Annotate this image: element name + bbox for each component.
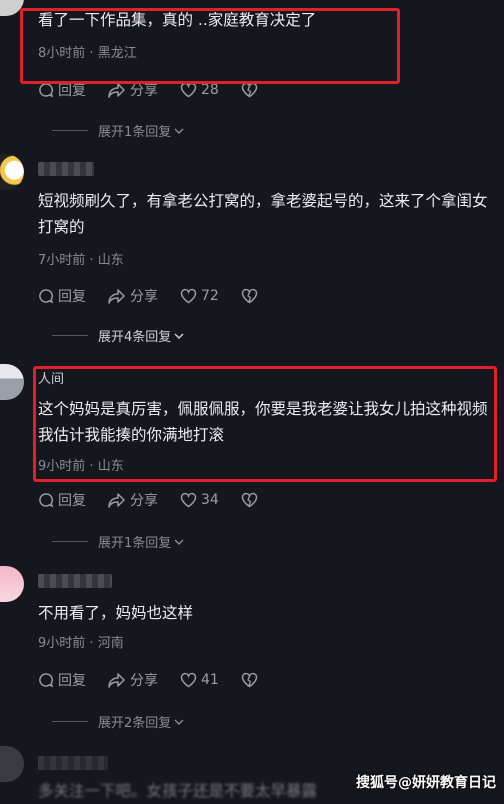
broken-heart-icon bbox=[241, 288, 258, 304]
comment-time: 8小时前 bbox=[38, 46, 86, 61]
share-label: 分享 bbox=[130, 83, 158, 99]
avatar[interactable] bbox=[0, 746, 24, 782]
dislike-button[interactable] bbox=[241, 672, 262, 688]
comment-actions: 回复 分享 72 bbox=[38, 286, 284, 306]
reply-button[interactable]: 回复 bbox=[38, 670, 86, 690]
comment-meta: 9小时前 · 河南 bbox=[38, 632, 124, 651]
reply-label: 回复 bbox=[58, 493, 86, 509]
like-count: 34 bbox=[201, 492, 219, 508]
username[interactable]: 人间 bbox=[38, 368, 64, 387]
username[interactable] bbox=[38, 756, 108, 770]
share-button[interactable]: 分享 bbox=[108, 490, 158, 510]
comment-text: 不用看了，妈妈也这样 bbox=[38, 604, 194, 622]
expand-replies[interactable]: 展开4条回复 bbox=[52, 326, 184, 345]
comment-actions: 回复 分享 41 bbox=[38, 670, 284, 690]
comment-actions: 回复 分享 34 bbox=[38, 490, 284, 510]
heart-icon bbox=[180, 492, 197, 508]
broken-heart-icon bbox=[241, 672, 258, 688]
like-button[interactable]: 72 bbox=[180, 288, 219, 304]
meta-separator: · bbox=[85, 253, 98, 268]
dislike-button[interactable] bbox=[241, 492, 262, 508]
broken-heart-icon bbox=[241, 82, 258, 98]
username[interactable] bbox=[38, 162, 94, 176]
comment-location: 河南 bbox=[97, 636, 124, 651]
reply-icon bbox=[39, 673, 54, 688]
divider bbox=[52, 541, 88, 542]
reply-label: 回复 bbox=[58, 83, 86, 99]
reply-icon bbox=[39, 289, 54, 304]
comment-location: 黑龙江 bbox=[97, 46, 137, 61]
share-label: 分享 bbox=[130, 493, 158, 509]
reply-icon bbox=[39, 493, 54, 508]
chevron-down-icon bbox=[174, 719, 184, 725]
reply-icon bbox=[39, 83, 54, 98]
expand-replies[interactable]: 展开1条回复 bbox=[52, 532, 184, 551]
avatar[interactable] bbox=[0, 364, 24, 400]
meta-separator: · bbox=[85, 459, 98, 474]
comment-text: 这个妈妈是真厉害，佩服佩服，你要是我老婆让我女儿拍这种视频我估计我能揍的你满地打… bbox=[38, 400, 488, 444]
like-button[interactable]: 28 bbox=[180, 82, 219, 98]
comment-location: 山东 bbox=[97, 253, 124, 268]
reply-button[interactable]: 回复 bbox=[38, 80, 86, 100]
comment-time: 7小时前 bbox=[38, 253, 86, 268]
avatar[interactable] bbox=[0, 0, 24, 16]
expand-replies[interactable]: 展开2条回复 bbox=[52, 712, 184, 731]
share-label: 分享 bbox=[130, 289, 158, 305]
divider bbox=[52, 130, 88, 131]
like-button[interactable]: 34 bbox=[180, 492, 219, 508]
reply-label: 回复 bbox=[58, 289, 86, 305]
share-icon bbox=[108, 83, 125, 98]
share-button[interactable]: 分享 bbox=[108, 286, 158, 306]
meta-separator: · bbox=[85, 46, 98, 61]
heart-icon bbox=[180, 672, 197, 688]
comment-actions: 回复 分享 28 bbox=[38, 80, 284, 100]
expand-label: 展开4条回复 bbox=[98, 330, 172, 345]
heart-icon bbox=[180, 82, 197, 98]
comment-meta: 9小时前 · 山东 bbox=[38, 455, 124, 474]
share-button[interactable]: 分享 bbox=[108, 670, 158, 690]
like-button[interactable]: 41 bbox=[180, 672, 219, 688]
reply-button[interactable]: 回复 bbox=[38, 490, 86, 510]
comment-time: 9小时前 bbox=[38, 636, 86, 651]
divider bbox=[52, 721, 88, 722]
comment-text: 多关注一下吧。女孩子还是不要太早暴露 bbox=[38, 782, 318, 800]
reply-label: 回复 bbox=[58, 673, 86, 689]
like-count: 41 bbox=[201, 672, 219, 688]
chevron-down-icon bbox=[174, 539, 184, 545]
comment-location: 山东 bbox=[97, 459, 124, 474]
expand-label: 展开2条回复 bbox=[98, 716, 172, 731]
broken-heart-icon bbox=[241, 492, 258, 508]
chevron-down-icon bbox=[174, 333, 184, 339]
share-label: 分享 bbox=[130, 673, 158, 689]
heart-icon bbox=[180, 288, 197, 304]
expand-label: 展开1条回复 bbox=[98, 536, 172, 551]
expand-replies[interactable]: 展开1条回复 bbox=[52, 121, 184, 140]
comment-text: 短视频刷久了，有拿老公打窝的，拿老婆起号的，这来了个拿闺女打窝的 bbox=[38, 192, 488, 236]
watermark: 搜狐号@妍妍教育日记 bbox=[356, 775, 496, 791]
comment-time: 9小时前 bbox=[38, 459, 86, 474]
share-button[interactable]: 分享 bbox=[108, 80, 158, 100]
like-count: 28 bbox=[201, 82, 219, 98]
divider bbox=[52, 335, 88, 336]
comment-meta: 8小时前 · 黑龙江 bbox=[38, 42, 137, 61]
share-icon bbox=[108, 493, 125, 508]
share-icon bbox=[108, 673, 125, 688]
like-count: 72 bbox=[201, 288, 219, 304]
expand-label: 展开1条回复 bbox=[98, 125, 172, 140]
share-icon bbox=[108, 289, 125, 304]
comment-meta: 7小时前 · 山东 bbox=[38, 249, 124, 268]
chevron-down-icon bbox=[174, 128, 184, 134]
comment-text: 看了一下作品集，真的 ..家庭教育决定了 bbox=[38, 11, 317, 29]
meta-separator: · bbox=[85, 636, 98, 651]
reply-button[interactable]: 回复 bbox=[38, 286, 86, 306]
dislike-button[interactable] bbox=[241, 288, 262, 304]
dislike-button[interactable] bbox=[241, 82, 262, 98]
avatar[interactable] bbox=[0, 566, 24, 602]
avatar[interactable] bbox=[0, 154, 24, 190]
username[interactable] bbox=[38, 574, 112, 588]
